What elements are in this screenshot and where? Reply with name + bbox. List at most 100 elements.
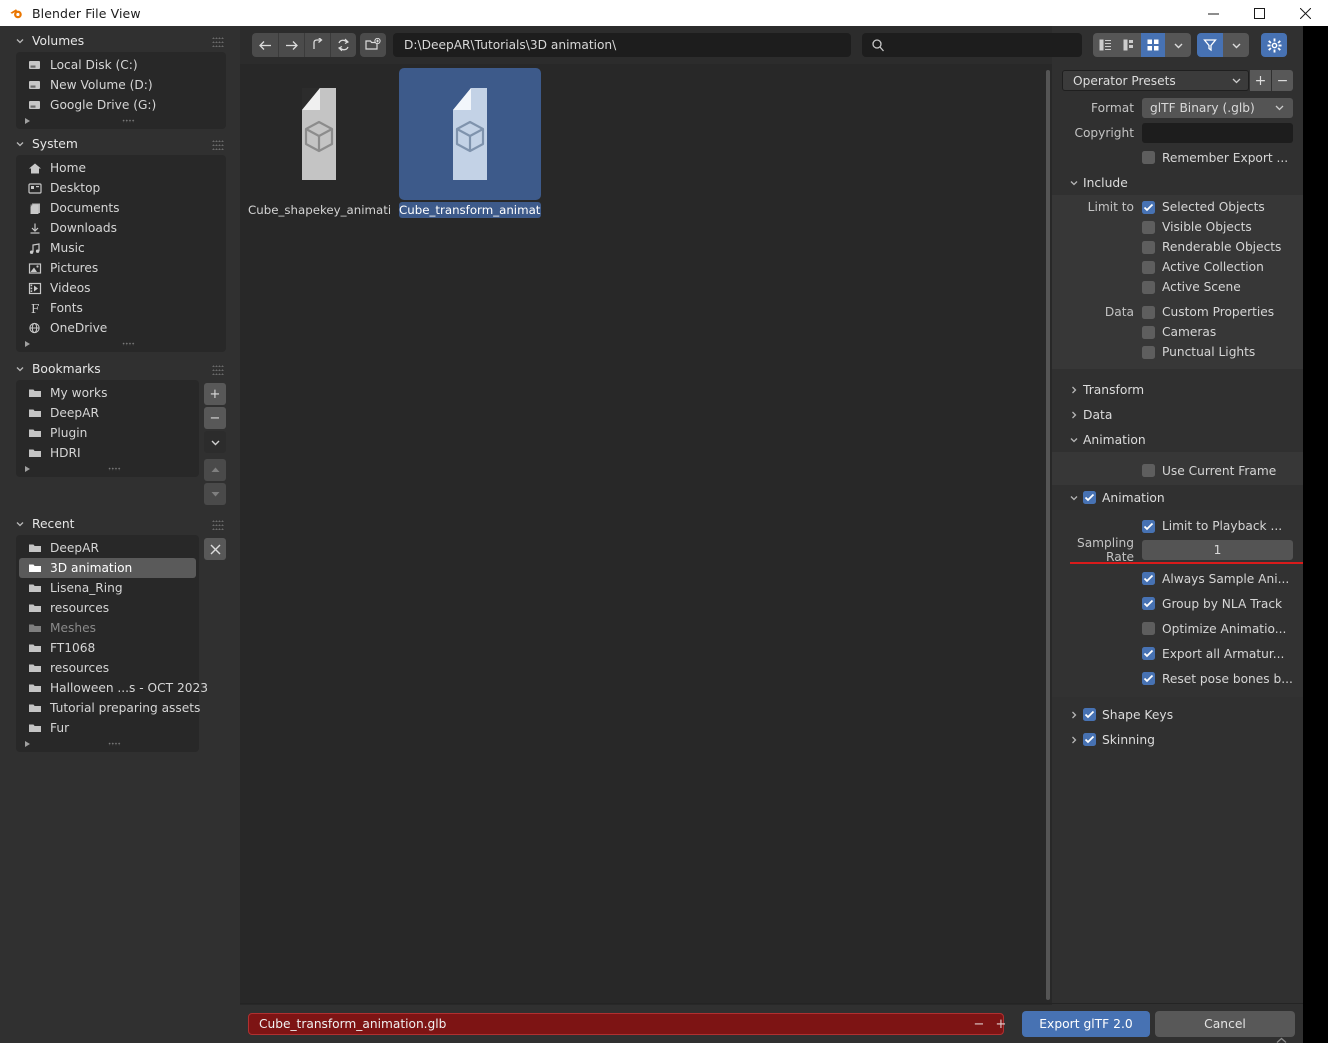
drag-grip-icon[interactable] — [212, 36, 224, 47]
limit-to-renderable-objects-row[interactable]: Renderable Objects — [1052, 237, 1303, 257]
arrow-right-icon[interactable] — [278, 33, 304, 57]
remove-bookmark-button[interactable]: − — [204, 407, 226, 429]
display-mode-dropdown[interactable] — [1165, 33, 1191, 57]
cancel-button[interactable]: Cancel — [1155, 1011, 1295, 1037]
gear-icon[interactable] — [1261, 33, 1287, 57]
remember-export-row[interactable]: Remember Export ... — [1052, 145, 1303, 170]
panel-header-system[interactable]: System — [6, 133, 232, 155]
optimize-animations-row[interactable]: Optimize Animatio... — [1052, 616, 1303, 641]
file-item[interactable]: Cube_shapekey_animatio... — [248, 68, 390, 218]
active-collection-checkbox[interactable] — [1142, 260, 1155, 274]
refresh-icon[interactable] — [330, 33, 356, 57]
data-custom-properties-row[interactable]: Data Custom Properties — [1052, 302, 1303, 322]
triangle-right-icon[interactable] — [25, 341, 30, 347]
file-grid[interactable]: Cube_shapekey_animatio... — [240, 64, 1052, 1005]
export-all-armatures-checkbox[interactable] — [1142, 647, 1155, 660]
sidebar-item-downloads[interactable]: Downloads — [16, 218, 226, 238]
list-item[interactable]: Lisena_Ring — [16, 578, 199, 598]
minimize-icon[interactable] — [1190, 0, 1236, 26]
skinning-section-header[interactable]: Skinning — [1052, 727, 1303, 752]
export-button[interactable]: Export glTF 2.0 — [1022, 1011, 1150, 1037]
always-sample-animations-checkbox[interactable] — [1142, 572, 1155, 585]
view-thumbnails[interactable] — [1141, 33, 1165, 57]
list-item[interactable]: My works — [16, 383, 199, 403]
list-item[interactable]: Meshes — [16, 618, 199, 638]
group-by-nla-track-checkbox[interactable] — [1142, 597, 1155, 610]
cameras-checkbox[interactable] — [1142, 325, 1155, 339]
list-item[interactable]: New Volume (D:) — [16, 75, 226, 95]
sidebar-item-pictures[interactable]: Pictures — [16, 258, 226, 278]
arrow-left-icon[interactable] — [252, 33, 278, 57]
move-bookmark-up-button[interactable] — [204, 459, 226, 481]
sub-animation-checkbox[interactable] — [1083, 491, 1096, 504]
move-bookmark-down-button[interactable] — [204, 483, 226, 505]
new-folder-icon[interactable] — [360, 33, 386, 57]
view-horizontal-list[interactable] — [1117, 33, 1141, 57]
resize-grip-icon[interactable] — [108, 742, 121, 746]
list-item[interactable]: DeepAR — [16, 538, 199, 558]
sub-animation-header[interactable]: Animation — [1052, 485, 1303, 510]
list-item[interactable]: 3D animation — [19, 558, 196, 578]
list-item[interactable]: Tutorial preparing assets — [16, 698, 200, 718]
limit-to-playback-checkbox[interactable] — [1142, 519, 1155, 533]
list-item[interactable]: FT1068 — [16, 638, 199, 658]
copyright-input[interactable] — [1142, 122, 1293, 143]
data-punctual-lights-row[interactable]: Punctual Lights — [1052, 342, 1303, 362]
sidebar-item-documents[interactable]: Documents — [16, 198, 226, 218]
limit-to-selected-objects-row[interactable]: Limit to Selected Objects — [1052, 197, 1303, 217]
filter-funnel-icon[interactable] — [1197, 33, 1223, 57]
resize-grip-icon[interactable] — [121, 119, 135, 123]
sidebar-item-onedrive[interactable]: OneDrive — [16, 318, 226, 338]
sampling-rate-input[interactable]: 1 — [1142, 540, 1293, 560]
sidebar-item-desktop[interactable]: Desktop — [16, 178, 226, 198]
reset-pose-bones-checkbox[interactable] — [1142, 672, 1155, 685]
group-by-nla-track-row[interactable]: Group by NLA Track — [1052, 591, 1303, 616]
add-preset-button[interactable]: + — [1250, 70, 1271, 91]
remember-export-checkbox[interactable] — [1142, 151, 1155, 164]
export-all-armatures-row[interactable]: Export all Armatur... — [1052, 641, 1303, 666]
selected-objects-checkbox[interactable] — [1142, 200, 1155, 214]
data-section-header[interactable]: Data — [1052, 402, 1303, 427]
transform-section-header[interactable]: Transform — [1052, 377, 1303, 402]
limit-to-active-scene-row[interactable]: Active Scene — [1052, 277, 1303, 297]
list-item[interactable]: resources — [16, 658, 199, 678]
filename-input[interactable]: Cube_transform_animation.glb — [248, 1013, 1004, 1035]
drag-grip-icon[interactable] — [212, 519, 224, 530]
filter-dropdown[interactable] — [1223, 33, 1249, 57]
list-item[interactable]: Fur — [16, 718, 199, 738]
visible-objects-checkbox[interactable] — [1142, 220, 1155, 234]
limit-to-active-collection-row[interactable]: Active Collection — [1052, 257, 1303, 277]
list-item[interactable]: DeepAR — [16, 403, 199, 423]
drag-grip-icon[interactable] — [212, 139, 224, 150]
maximize-icon[interactable] — [1236, 0, 1282, 26]
resize-grip-icon[interactable] — [108, 467, 121, 471]
arrow-up-icon[interactable] — [304, 33, 330, 57]
list-item[interactable]: Halloween ...s - OCT 2023 — [16, 678, 208, 698]
decrement-button[interactable]: − — [974, 1017, 985, 1032]
format-dropdown[interactable]: glTF Binary (.glb) — [1142, 97, 1293, 118]
view-vertical-list[interactable] — [1093, 33, 1117, 57]
close-icon[interactable] — [1282, 0, 1328, 26]
include-section-header[interactable]: Include — [1052, 170, 1303, 195]
limit-to-playback-row[interactable]: Limit to Playback ... — [1052, 514, 1303, 538]
list-item[interactable]: HDRI — [16, 443, 199, 463]
reset-pose-bones-row[interactable]: Reset pose bones b... — [1052, 666, 1303, 691]
drag-grip-icon[interactable] — [212, 364, 224, 375]
panel-header-bookmarks[interactable]: Bookmarks — [6, 358, 232, 380]
sidebar-item-fonts[interactable]: F Fonts — [16, 298, 226, 318]
data-cameras-row[interactable]: Cameras — [1052, 322, 1303, 342]
list-item[interactable]: resources — [16, 598, 199, 618]
search-input[interactable] — [862, 33, 1082, 57]
active-scene-checkbox[interactable] — [1142, 280, 1155, 294]
panel-header-volumes[interactable]: Volumes — [6, 30, 232, 52]
triangle-right-icon[interactable] — [25, 741, 30, 747]
sidebar-item-music[interactable]: Music — [16, 238, 226, 258]
file-item[interactable]: Cube_transform_animatio... — [399, 68, 541, 218]
collapse-chevron-icon[interactable] — [1275, 1036, 1288, 1043]
shape-keys-section-header[interactable]: Shape Keys — [1052, 702, 1303, 727]
use-current-frame-row[interactable]: Use Current Frame — [1052, 458, 1303, 483]
always-sample-animations-row[interactable]: Always Sample Ani... — [1052, 566, 1303, 591]
clear-recent-button[interactable] — [204, 538, 226, 560]
operator-presets-dropdown[interactable]: Operator Presets — [1062, 70, 1249, 91]
list-item[interactable]: Google Drive (G:) — [16, 95, 226, 115]
